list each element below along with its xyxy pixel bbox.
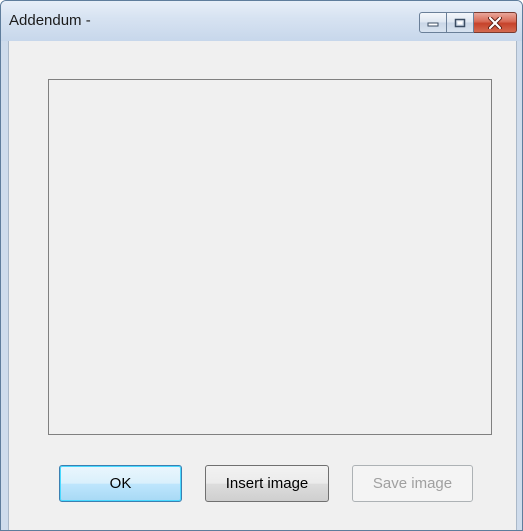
maximize-icon xyxy=(454,18,466,27)
close-icon xyxy=(488,16,502,29)
close-button[interactable] xyxy=(474,12,517,33)
minimize-button[interactable] xyxy=(419,12,447,33)
addendum-window: Addendum - OK Insert image Save image xyxy=(0,0,523,531)
dialog-client-area: OK Insert image Save image xyxy=(8,41,517,530)
minimize-icon xyxy=(427,22,439,26)
maximize-button[interactable] xyxy=(447,12,474,33)
caption-buttons xyxy=(419,12,517,33)
ok-button[interactable]: OK xyxy=(59,465,182,502)
window-title: Addendum - xyxy=(9,12,91,29)
title-bar[interactable]: Addendum - xyxy=(1,1,522,41)
image-preview-panel xyxy=(48,79,492,435)
insert-image-button[interactable]: Insert image xyxy=(205,465,329,502)
save-image-button[interactable]: Save image xyxy=(352,465,473,502)
